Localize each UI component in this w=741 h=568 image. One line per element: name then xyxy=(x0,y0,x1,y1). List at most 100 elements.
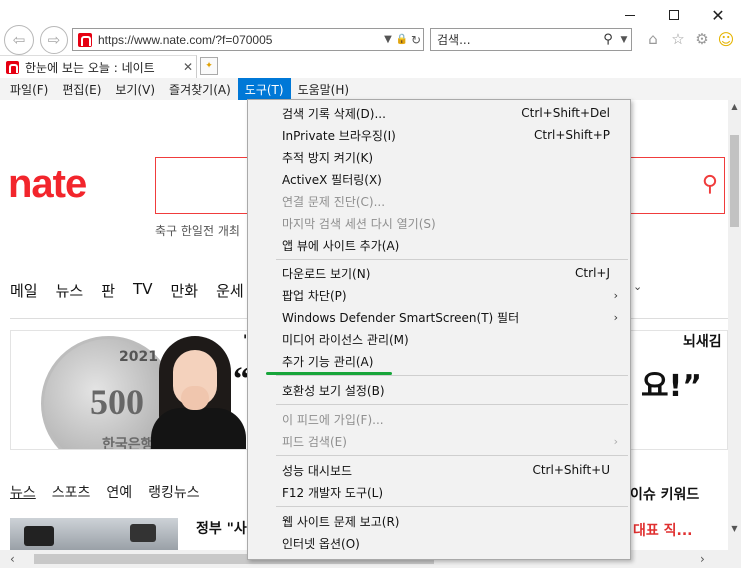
submenu-arrow-icon: › xyxy=(613,310,618,324)
menu-compatibility-view[interactable]: 호환성 보기 설정(B) xyxy=(248,379,630,401)
menu-item-label: F12 개발자 도구(L) xyxy=(282,485,384,500)
nate-search-icon[interactable]: ⚲ xyxy=(702,172,718,197)
submenu-arrow-icon: › xyxy=(613,288,618,302)
menu-smartscreen[interactable]: Windows Defender SmartScreen(T) 필터 › xyxy=(248,306,630,328)
tab-entertainment[interactable]: 연예 xyxy=(106,482,132,502)
nate-logo[interactable]: nate xyxy=(8,162,87,207)
tools-dropdown-menu: 검색 기록 삭제(D)... Ctrl+Shift+Del InPrivate … xyxy=(247,99,631,560)
new-tab-icon: ✦ xyxy=(205,61,213,71)
menu-feed-discovery: 피드 검색(E) › xyxy=(248,430,630,452)
menu-item-label: 미디어 라이선스 관리(M) xyxy=(282,332,409,347)
home-icon[interactable]: ⌂ xyxy=(643,29,663,49)
news-headline[interactable]: 정부 "사 xyxy=(196,518,247,538)
nav-news[interactable]: 뉴스 xyxy=(56,280,84,301)
menu-item-label: InPrivate 브라우징(I) xyxy=(282,128,396,143)
menu-media-licenses[interactable]: 미디어 라이선스 관리(M) xyxy=(248,328,630,350)
nav-more-chevron-icon[interactable]: ⌄ xyxy=(633,280,642,293)
menu-inprivate[interactable]: InPrivate 브라우징(I) Ctrl+Shift+P xyxy=(248,124,630,146)
minimize-icon xyxy=(625,14,635,16)
vertical-scrollbar[interactable]: ▲ ▼ xyxy=(728,100,741,550)
menu-add-site-to-apps[interactable]: 앱 뷰에 사이트 추가(A) xyxy=(248,234,630,256)
scroll-up-icon[interactable]: ▲ xyxy=(728,102,741,111)
menu-tools[interactable]: 도구(T) xyxy=(237,77,291,101)
nav-pann[interactable]: 판 xyxy=(101,280,115,301)
tab-news[interactable]: 뉴스 xyxy=(10,482,36,502)
menu-bar: 파일(F) 편집(E) 보기(V) 즐겨찾기(A) 도구(T) 도움말(H) xyxy=(0,77,741,101)
main-navigation: 메일 뉴스 판 TV 만화 운세 xyxy=(10,280,244,301)
trending-text[interactable]: 축구 한일전 개최 xyxy=(155,222,240,239)
menu-edit[interactable]: 편집(E) xyxy=(55,78,108,101)
back-arrow-icon: ⇦ xyxy=(12,31,26,49)
maximize-icon xyxy=(669,10,679,20)
back-button[interactable]: ⇦ xyxy=(4,25,34,55)
submenu-arrow-icon: › xyxy=(613,434,618,448)
tab-favicon-icon xyxy=(6,60,19,74)
menu-activex-filtering[interactable]: ActiveX 필터링(X) xyxy=(248,168,630,190)
scroll-right-icon[interactable]: › xyxy=(700,552,705,566)
vertical-scroll-thumb[interactable] xyxy=(730,135,739,227)
banner-quote-text: 요!” xyxy=(641,369,702,404)
menu-popup-blocker[interactable]: 팝업 차단(P) › xyxy=(248,284,630,306)
scroll-down-icon[interactable]: ▼ xyxy=(728,524,741,533)
menu-separator xyxy=(276,375,628,376)
feedback-smiley-icon[interactable]: ☺ xyxy=(716,29,736,49)
forward-button[interactable]: ⇨ xyxy=(40,26,68,54)
tab-ranking-news[interactable]: 랭킹뉴스 xyxy=(148,482,200,502)
menu-item-label: 피드 검색(E) xyxy=(282,434,347,449)
menu-internet-options[interactable]: 인터넷 옵션(O) xyxy=(248,532,630,554)
address-url[interactable]: https://www.nate.com/?f=070005 xyxy=(98,33,381,47)
menu-item-shortcut: Ctrl+Shift+Del xyxy=(521,106,610,120)
menu-item-label: 마지막 검색 세션 다시 열기(S) xyxy=(282,216,436,231)
search-dropdown-icon[interactable]: ▼ xyxy=(617,35,631,45)
menu-item-label: 호환성 보기 설정(B) xyxy=(282,383,385,398)
menu-separator xyxy=(276,259,628,260)
menu-item-label: 연결 문제 진단(C)... xyxy=(282,194,386,209)
gear-icon[interactable]: ⚙ xyxy=(692,29,712,49)
menu-item-label: 추가 기능 관리(A) xyxy=(282,354,374,369)
scroll-left-icon[interactable]: ‹ xyxy=(10,552,15,566)
menu-item-label: 이 피드에 가입(F)... xyxy=(282,412,384,427)
browser-chrome: ✕ ⇦ ⇨ https://www.nate.com/?f=070005 ▼ 🔒… xyxy=(0,0,741,101)
menu-manage-addons[interactable]: 추가 기능 관리(A) xyxy=(248,350,630,372)
issue-keyword-item[interactable]: 대표 직... xyxy=(633,520,692,540)
browser-tab[interactable]: 한눈에 보는 오늘 : 네이트 ✕ xyxy=(0,55,197,78)
menu-item-label: ActiveX 필터링(X) xyxy=(282,172,382,187)
menu-view-downloads[interactable]: 다운로드 보기(N) Ctrl+J xyxy=(248,262,630,284)
nav-fortune[interactable]: 운세 xyxy=(216,280,244,301)
search-box[interactable]: 검색... ⚲ ▼ xyxy=(430,28,632,51)
banner-person-image xyxy=(151,336,246,449)
minimize-button[interactable] xyxy=(615,4,645,26)
maximize-button[interactable] xyxy=(659,4,689,26)
menu-separator xyxy=(276,455,628,456)
new-tab-button[interactable]: ✦ xyxy=(200,57,218,75)
tab-sports[interactable]: 스포츠 xyxy=(52,482,91,502)
search-input[interactable]: 검색... xyxy=(431,31,599,48)
news-thumbnail[interactable] xyxy=(10,518,178,550)
menu-performance-dashboard[interactable]: 성능 대시보드 Ctrl+Shift+U xyxy=(248,459,630,481)
menu-tracking-protection[interactable]: 추적 방지 켜기(K) xyxy=(248,146,630,168)
menu-item-shortcut: Ctrl+J xyxy=(575,266,610,280)
menu-report-site-problem[interactable]: 웹 사이트 문제 보고(R) xyxy=(248,510,630,532)
scrollbar-corner xyxy=(728,550,741,568)
banner-brand: 뇌새김 xyxy=(683,334,722,350)
menu-view[interactable]: 보기(V) xyxy=(108,78,162,101)
menu-item-shortcut: Ctrl+Shift+P xyxy=(534,128,610,142)
menu-help[interactable]: 도움말(H) xyxy=(291,78,357,101)
menu-delete-history[interactable]: 검색 기록 삭제(D)... Ctrl+Shift+Del xyxy=(248,102,630,124)
menu-f12-devtools[interactable]: F12 개발자 도구(L) xyxy=(248,481,630,503)
nav-comics[interactable]: 만화 xyxy=(170,280,198,301)
news-tabs: 뉴스 스포츠 연예 랭킹뉴스 xyxy=(10,482,200,502)
address-dropdown-icon[interactable]: ▼ xyxy=(381,34,395,45)
nav-tv[interactable]: TV xyxy=(133,280,152,301)
tab-close-icon[interactable]: ✕ xyxy=(180,60,196,74)
search-icon[interactable]: ⚲ xyxy=(599,32,617,47)
nav-mail[interactable]: 메일 xyxy=(10,280,38,301)
lock-icon[interactable]: 🔒 xyxy=(395,34,409,45)
favorites-star-icon[interactable]: ☆ xyxy=(668,29,688,49)
menu-file[interactable]: 파일(F) xyxy=(3,78,55,101)
address-bar[interactable]: https://www.nate.com/?f=070005 ▼ 🔒 ↻ xyxy=(72,28,424,51)
menu-separator xyxy=(276,506,628,507)
refresh-icon[interactable]: ↻ xyxy=(409,33,423,47)
menu-favorites[interactable]: 즐겨찾기(A) xyxy=(162,78,238,101)
close-window-button[interactable]: ✕ xyxy=(703,4,733,26)
